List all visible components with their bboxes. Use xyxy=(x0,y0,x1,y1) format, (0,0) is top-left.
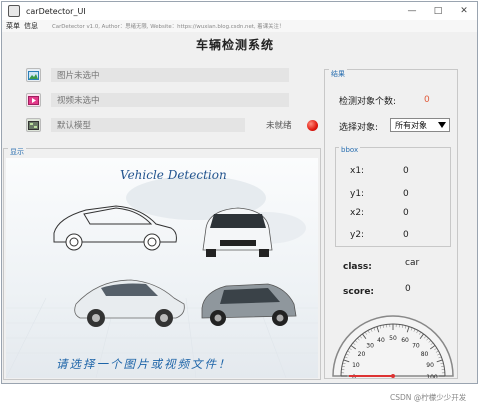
maximize-button[interactable]: □ xyxy=(425,2,451,20)
results-label: 结果 xyxy=(329,69,347,79)
class-value: car xyxy=(405,258,420,268)
car-silver-icon xyxy=(74,279,185,327)
gauge-tick-label: 20 xyxy=(358,351,366,358)
gauge-tick-label: 30 xyxy=(366,342,374,349)
menu-item-info[interactable]: 信息 xyxy=(24,21,38,31)
close-button[interactable]: ✕ xyxy=(451,2,477,20)
gauge-tick-label: 70 xyxy=(412,342,420,349)
menu-item-menu[interactable]: 菜单 xyxy=(6,21,20,31)
display-label: 显示 xyxy=(8,147,26,157)
score-value: 0 xyxy=(405,284,411,294)
gauge-tick-label: 90 xyxy=(426,362,434,369)
watermark-text: CSDN @柠檬少少开发 xyxy=(390,393,467,402)
count-value: 0 xyxy=(424,95,430,105)
x1-label: x1: xyxy=(350,166,365,176)
page-title: 车辆检测系统 xyxy=(195,38,274,52)
app-icon xyxy=(8,5,20,17)
x2-value: 0 xyxy=(403,208,409,218)
gauge-tick-label: 40 xyxy=(377,337,385,344)
vehicle-detection-title: Vehicle Detection xyxy=(120,168,227,182)
select-label: 选择对象: xyxy=(339,123,379,133)
select-file-prompt: 请选择一个图片或视频文件！ xyxy=(56,357,232,371)
image-row: 图片未选中 xyxy=(26,67,289,83)
model-field[interactable]: 默认模型 xyxy=(51,118,245,132)
car-grey-icon xyxy=(201,283,297,326)
class-label: class: xyxy=(343,262,372,272)
window-title: carDetector_UI xyxy=(26,6,86,16)
x2-label: x2: xyxy=(350,208,365,218)
y1-value: 0 xyxy=(403,189,409,199)
vehicle-illustration xyxy=(6,176,318,378)
image-icon[interactable] xyxy=(26,68,41,82)
status-indicator xyxy=(307,120,318,131)
app-info-text: CarDetector v1.0, Author：思绪无限, Website：h… xyxy=(52,24,285,30)
score-label: score: xyxy=(343,287,375,297)
y2-value: 0 xyxy=(403,230,409,240)
title-bar: carDetector_UI — □ ✕ xyxy=(2,2,477,20)
minimize-button[interactable]: — xyxy=(399,2,425,20)
image-path-field[interactable]: 图片未选中 xyxy=(51,68,289,82)
menu-bar: 菜单 信息 CarDetector v1.0, Author：思绪无限, Web… xyxy=(2,20,477,32)
bbox-label: bbox xyxy=(339,146,361,154)
video-row: 视频未选中 xyxy=(26,92,289,108)
object-select-value: 所有对象 xyxy=(395,120,427,130)
car-front-icon xyxy=(202,207,273,257)
gauge-tick-label: 50 xyxy=(389,335,397,342)
model-icon[interactable] xyxy=(26,118,41,132)
display-image xyxy=(6,158,318,378)
video-path-field[interactable]: 视频未选中 xyxy=(51,93,289,107)
y1-label: y1: xyxy=(350,189,365,199)
count-label: 检测对象个数: xyxy=(339,97,397,107)
object-select[interactable]: 所有对象 xyxy=(390,118,450,132)
gauge-tick-label: 10 xyxy=(352,362,360,369)
gauge-tick-label: 80 xyxy=(421,351,429,358)
y2-label: y2: xyxy=(350,230,365,240)
chevron-down-icon xyxy=(438,122,446,128)
model-row: 默认模型 xyxy=(26,117,245,133)
gauge-tick-label: 60 xyxy=(401,337,409,344)
status-text: 未就绪 xyxy=(266,121,292,131)
x1-value: 0 xyxy=(403,166,409,176)
gauge-tick-label: 100 xyxy=(426,374,438,378)
score-gauge: 0102030405060708090100 xyxy=(332,315,454,378)
video-icon[interactable] xyxy=(26,93,41,107)
